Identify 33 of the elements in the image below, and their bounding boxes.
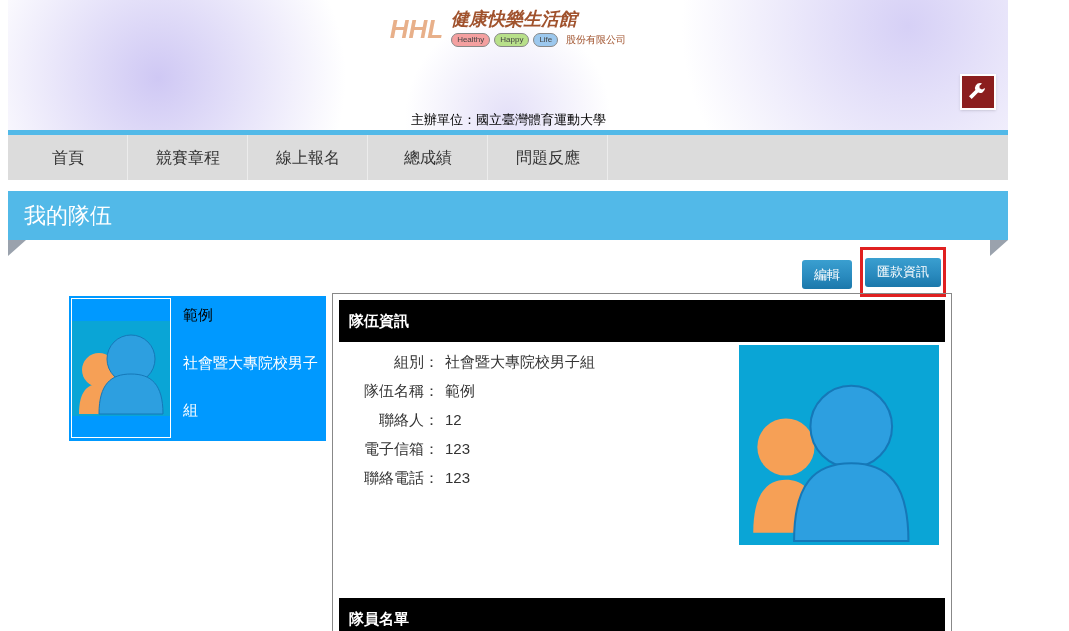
company-suffix: 股份有限公司	[566, 33, 627, 47]
logo-tag: Happy	[494, 32, 530, 47]
field-value: 123	[444, 468, 471, 489]
nav-link[interactable]: 線上報名	[248, 135, 368, 180]
field-label: 組別：	[393, 352, 439, 373]
corner-fold-icon	[990, 240, 1008, 256]
nav-link[interactable]: 競賽章程	[128, 135, 248, 180]
nav-link[interactable]: 首頁	[8, 135, 128, 180]
logo-tag: Healthy	[451, 32, 491, 47]
field-value: 範例	[444, 381, 475, 402]
page-title: 我的隊伍	[24, 202, 112, 230]
tools-button[interactable]	[960, 74, 996, 110]
nav-link[interactable]: 總成績	[368, 135, 488, 180]
corner-fold-icon	[8, 240, 26, 256]
team-name: 範例	[183, 305, 214, 326]
field-label: 電子信箱：	[363, 439, 439, 460]
team-group: 社會暨大專院校男子組	[183, 338, 321, 433]
field-value: 社會暨大專院校男子組	[444, 352, 595, 373]
logo-title: 健康快樂生活館	[451, 10, 581, 28]
organizer-text: 主辦單位：國立臺灣體育運動大學	[410, 110, 606, 129]
field-value: 123	[444, 439, 471, 460]
logo-tag: Life	[533, 32, 559, 47]
action-button[interactable]: 匯款資訊	[865, 257, 941, 287]
field-value: 12	[444, 410, 462, 431]
section-heading: 隊員名單	[349, 608, 409, 629]
logo-mark: HHL	[389, 15, 444, 42]
field-label: 聯絡電話：	[363, 468, 439, 489]
section-heading: 隊伍資訊	[349, 310, 409, 331]
field-label: 隊伍名稱：	[363, 381, 439, 402]
team-card[interactable]: 範例 社會暨大專院校男子組	[69, 296, 326, 441]
nav-link[interactable]: 問題反應	[488, 135, 608, 180]
action-button[interactable]: 編輯	[802, 260, 852, 289]
field-label: 聯絡人：	[378, 410, 439, 431]
